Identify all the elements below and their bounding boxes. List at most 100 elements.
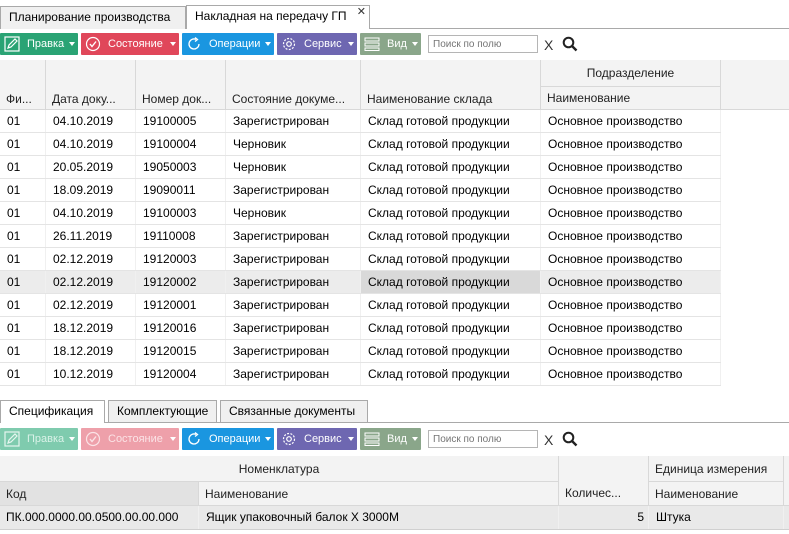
state-button[interactable]: Состояние bbox=[81, 33, 179, 55]
cell-warehouse-name: Склад готовой продукции bbox=[361, 202, 541, 224]
tab-related-documents[interactable]: Связанные документы bbox=[220, 400, 368, 422]
documents-grid: Фи... Дата доку... Номер док... Состояни… bbox=[0, 60, 789, 386]
edit-button[interactable]: Правка bbox=[0, 33, 78, 55]
column-header-branch[interactable]: Фи... bbox=[0, 60, 46, 110]
cell-branch: 01 bbox=[0, 271, 46, 293]
column-header-doc-state[interactable]: Состояние докуме... bbox=[226, 60, 361, 110]
table-row[interactable]: 01 02.12.2019 19120001 Зарегистрирован Склад… bbox=[0, 294, 721, 317]
chevron-down-icon bbox=[412, 437, 418, 441]
cell-doc-state: Зарегистрирован bbox=[226, 248, 361, 270]
specification-grid: Номенклатура Код Наименование Количес...… bbox=[0, 456, 789, 534]
tab-production-planning[interactable]: Планирование производства bbox=[0, 6, 186, 29]
tab-specification[interactable]: Спецификация bbox=[0, 400, 105, 423]
table-row[interactable]: ПК.000.0000.00.0500.00.00.000 Ящик упако… bbox=[0, 506, 789, 530]
detail-view-button[interactable]: Вид bbox=[360, 428, 421, 450]
detail-operations-button[interactable]: Операции bbox=[182, 428, 274, 450]
gear-icon bbox=[282, 37, 296, 51]
cell-department-name: Основное производство bbox=[541, 294, 721, 316]
table-row[interactable]: 01 18.12.2019 19120016 Зарегистрирован Склад… bbox=[0, 317, 721, 340]
close-icon[interactable]: ✕ bbox=[357, 7, 366, 18]
cell-doc-date: 04.10.2019 bbox=[46, 110, 136, 132]
service-button[interactable]: Сервис bbox=[277, 33, 357, 55]
column-header-unit-name[interactable]: Наименование bbox=[649, 482, 784, 506]
tab-components[interactable]: Комплектующие bbox=[108, 400, 217, 422]
group-header-unit: Единица измерения bbox=[649, 456, 784, 482]
column-header-item-name[interactable]: Наименование bbox=[199, 482, 559, 506]
table-row[interactable]: 01 10.12.2019 19120004 Зарегистрирован Склад… bbox=[0, 363, 721, 386]
operations-button[interactable]: Операции bbox=[182, 33, 274, 55]
chevron-down-icon bbox=[69, 437, 75, 441]
cell-doc-number: 19110008 bbox=[136, 225, 226, 247]
cell-doc-state: Зарегистрирован bbox=[226, 271, 361, 293]
cell-warehouse-name: Склад готовой продукции bbox=[361, 248, 541, 270]
cell-warehouse-name: Склад готовой продукции bbox=[361, 271, 541, 293]
refresh-icon bbox=[188, 36, 200, 50]
cell-warehouse-name: Склад готовой продукции bbox=[361, 363, 541, 385]
list-view-icon bbox=[364, 432, 380, 446]
cell-warehouse-name: Склад готовой продукции bbox=[361, 179, 541, 201]
search-input[interactable] bbox=[428, 35, 538, 53]
cell-department-name: Основное производство bbox=[541, 225, 721, 247]
table-row[interactable]: 01 04.10.2019 19100005 Зарегистрирован Склад… bbox=[0, 110, 721, 133]
column-header-code[interactable]: Код bbox=[0, 482, 199, 506]
cell-branch: 01 bbox=[0, 294, 46, 316]
chevron-down-icon bbox=[348, 42, 354, 46]
cell-doc-number: 19100005 bbox=[136, 110, 226, 132]
chevron-down-icon bbox=[170, 437, 176, 441]
detail-state-button[interactable]: Состояние bbox=[81, 428, 179, 450]
cell-doc-number: 19100003 bbox=[136, 202, 226, 224]
check-circle-icon bbox=[85, 36, 101, 52]
cell-unit-name: Штука bbox=[649, 506, 784, 529]
search-icon[interactable] bbox=[562, 431, 578, 447]
column-header-doc-number[interactable]: Номер док... bbox=[136, 60, 226, 110]
detail-edit-button[interactable]: Правка bbox=[0, 428, 78, 450]
column-header-doc-date[interactable]: Дата доку... bbox=[46, 60, 136, 110]
cell-branch: 01 bbox=[0, 156, 46, 178]
cell-doc-number: 19120016 bbox=[136, 317, 226, 339]
clear-search-icon[interactable]: X bbox=[544, 36, 553, 54]
detail-search-input[interactable] bbox=[428, 430, 538, 448]
column-header-quantity[interactable]: Количес... bbox=[559, 456, 649, 506]
cell-branch: 01 bbox=[0, 225, 46, 247]
tab-label: Спецификация bbox=[9, 404, 94, 418]
cell-doc-state: Зарегистрирован bbox=[226, 363, 361, 385]
cell-doc-number: 19120003 bbox=[136, 248, 226, 270]
cell-doc-date: 10.12.2019 bbox=[46, 363, 136, 385]
search-icon[interactable] bbox=[562, 36, 578, 52]
cell-department-name: Основное производство bbox=[541, 248, 721, 270]
cell-branch: 01 bbox=[0, 133, 46, 155]
table-row[interactable]: 01 20.05.2019 19050003 Черновик Склад готово… bbox=[0, 156, 721, 179]
chevron-down-icon bbox=[348, 437, 354, 441]
column-header-department-name[interactable]: Наименование bbox=[541, 87, 721, 110]
table-row[interactable]: 01 02.12.2019 19120002 Зарегистрирован Склад… bbox=[0, 271, 721, 294]
table-row[interactable]: 01 26.11.2019 19110008 Зарегистрирован Склад… bbox=[0, 225, 721, 248]
cell-department-name: Основное производство bbox=[541, 133, 721, 155]
table-row[interactable]: 01 04.10.2019 19100004 Черновик Склад готово… bbox=[0, 133, 721, 156]
cell-doc-state: Зарегистрирован bbox=[226, 225, 361, 247]
cell-branch: 01 bbox=[0, 179, 46, 201]
group-header-nomenclature: Номенклатура bbox=[0, 456, 559, 482]
chevron-down-icon bbox=[170, 42, 176, 46]
detail-service-button[interactable]: Сервис bbox=[277, 428, 357, 450]
cell-item-name: Ящик упаковочный балок Х 3000М bbox=[199, 506, 559, 529]
cell-doc-date: 02.12.2019 bbox=[46, 248, 136, 270]
table-row[interactable]: 01 18.09.2019 19090011 Зарегистрирован Склад… bbox=[0, 179, 721, 202]
view-button[interactable]: Вид bbox=[360, 33, 421, 55]
cell-doc-number: 19120015 bbox=[136, 340, 226, 362]
cell-branch: 01 bbox=[0, 340, 46, 362]
list-view-icon bbox=[364, 37, 380, 51]
tab-gp-invoice[interactable]: Накладная на передачу ГП ✕ bbox=[186, 5, 370, 29]
clear-search-icon[interactable]: X bbox=[544, 431, 553, 449]
cell-warehouse-name: Склад готовой продукции bbox=[361, 340, 541, 362]
cell-department-name: Основное производство bbox=[541, 202, 721, 224]
table-row[interactable]: 01 04.10.2019 19100003 Черновик Склад готово… bbox=[0, 202, 721, 225]
cell-branch: 01 bbox=[0, 110, 46, 132]
cell-warehouse-name: Склад готовой продукции bbox=[361, 133, 541, 155]
cell-doc-state: Зарегистрирован bbox=[226, 340, 361, 362]
table-row[interactable]: 01 18.12.2019 19120015 Зарегистрирован Склад… bbox=[0, 340, 721, 363]
cell-doc-date: 18.09.2019 bbox=[46, 179, 136, 201]
pencil-icon bbox=[4, 36, 20, 52]
table-row[interactable]: 01 02.12.2019 19120003 Зарегистрирован Склад… bbox=[0, 248, 721, 271]
chevron-down-icon bbox=[412, 42, 418, 46]
column-header-warehouse-name[interactable]: Наименование склада bbox=[361, 60, 541, 110]
